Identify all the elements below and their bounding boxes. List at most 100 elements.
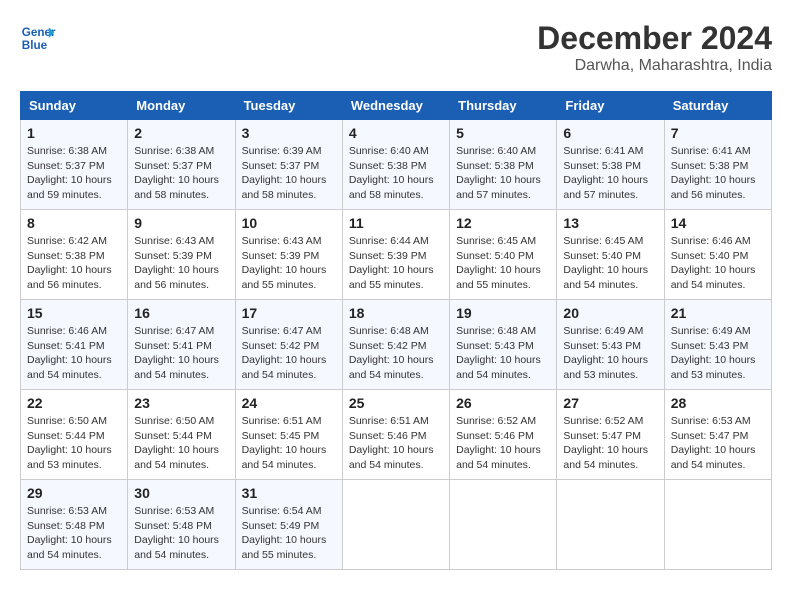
calendar-cell: 10 Sunrise: 6:43 AM Sunset: 5:39 PM Dayli… <box>235 210 342 300</box>
day-info: Sunrise: 6:38 AM Sunset: 5:37 PM Dayligh… <box>134 144 228 203</box>
calendar-cell: 16Sunrise: 6:47 AM Sunset: 5:41 PM Dayli… <box>128 300 235 390</box>
day-info: Sunrise: 6:53 AM Sunset: 5:47 PM Dayligh… <box>671 414 765 473</box>
calendar-cell: 17 Sunrise: 6:47 AM Sunset: 5:42 PM Dayli… <box>235 300 342 390</box>
day-info: Sunrise: 6:46 AM Sunset: 5:41 PM Dayligh… <box>27 324 121 383</box>
calendar-week-row: 15 Sunrise: 6:46 AM Sunset: 5:41 PM Dayli… <box>21 300 772 390</box>
day-number: 18 <box>349 305 443 321</box>
day-number: 30 <box>134 485 228 501</box>
svg-text:Blue: Blue <box>22 39 48 52</box>
day-info: Sunrise: 6:50 AM Sunset: 5:44 PM Dayligh… <box>27 414 121 473</box>
calendar-cell: 30 Sunrise: 6:53 AM Sunset: 5:48 PM Dayli… <box>128 480 235 570</box>
day-info: Sunrise: 6:51 AM Sunset: 5:45 PM Dayligh… <box>242 414 336 473</box>
day-number: 22 <box>27 395 121 411</box>
day-number: 12 <box>456 215 550 231</box>
calendar-cell: 4Sunrise: 6:40 AM Sunset: 5:38 PM Daylig… <box>342 120 449 210</box>
calendar-week-row: 8 Sunrise: 6:42 AM Sunset: 5:38 PM Daylig… <box>21 210 772 300</box>
day-number: 17 <box>242 305 336 321</box>
day-info: Sunrise: 6:46 AM Sunset: 5:40 PM Dayligh… <box>671 234 765 293</box>
day-info: Sunrise: 6:48 AM Sunset: 5:42 PM Dayligh… <box>349 324 443 383</box>
day-info: Sunrise: 6:42 AM Sunset: 5:38 PM Dayligh… <box>27 234 121 293</box>
day-info: Sunrise: 6:49 AM Sunset: 5:43 PM Dayligh… <box>563 324 657 383</box>
calendar-cell: 23Sunrise: 6:50 AM Sunset: 5:44 PM Dayli… <box>128 390 235 480</box>
calendar-cell: 13 Sunrise: 6:45 AM Sunset: 5:40 PM Dayli… <box>557 210 664 300</box>
page-header: General Blue December 2024 Darwha, Mahar… <box>20 20 772 75</box>
day-number: 29 <box>27 485 121 501</box>
calendar-day-header: Friday <box>557 92 664 120</box>
calendar-cell: 27 Sunrise: 6:52 AM Sunset: 5:47 PM Dayli… <box>557 390 664 480</box>
calendar-day-header: Monday <box>128 92 235 120</box>
day-number: 8 <box>27 215 121 231</box>
calendar-title: December 2024 <box>537 20 772 57</box>
calendar-cell: 31Sunrise: 6:54 AM Sunset: 5:49 PM Dayli… <box>235 480 342 570</box>
day-info: Sunrise: 6:41 AM Sunset: 5:38 PM Dayligh… <box>563 144 657 203</box>
day-info: Sunrise: 6:53 AM Sunset: 5:48 PM Dayligh… <box>27 504 121 563</box>
day-number: 2 <box>134 125 228 141</box>
calendar-cell: 22 Sunrise: 6:50 AM Sunset: 5:44 PM Dayli… <box>21 390 128 480</box>
calendar-cell: 15 Sunrise: 6:46 AM Sunset: 5:41 PM Dayli… <box>21 300 128 390</box>
day-number: 4 <box>349 125 443 141</box>
calendar-cell: 19 Sunrise: 6:48 AM Sunset: 5:43 PM Dayli… <box>450 300 557 390</box>
day-number: 20 <box>563 305 657 321</box>
calendar-week-row: 1 Sunrise: 6:38 AM Sunset: 5:37 PM Daylig… <box>21 120 772 210</box>
day-number: 28 <box>671 395 765 411</box>
calendar-table: SundayMondayTuesdayWednesdayThursdayFrid… <box>20 91 772 570</box>
calendar-cell: 14 Sunrise: 6:46 AM Sunset: 5:40 PM Dayli… <box>664 210 771 300</box>
day-info: Sunrise: 6:52 AM Sunset: 5:47 PM Dayligh… <box>563 414 657 473</box>
day-info: Sunrise: 6:54 AM Sunset: 5:49 PM Dayligh… <box>242 504 336 563</box>
calendar-cell: 18 Sunrise: 6:48 AM Sunset: 5:42 PM Dayli… <box>342 300 449 390</box>
day-number: 13 <box>563 215 657 231</box>
day-info: Sunrise: 6:47 AM Sunset: 5:42 PM Dayligh… <box>242 324 336 383</box>
logo-icon: General Blue <box>20 20 56 56</box>
day-number: 24 <box>242 395 336 411</box>
calendar-cell: 2 Sunrise: 6:38 AM Sunset: 5:37 PM Daylig… <box>128 120 235 210</box>
calendar-cell: 11Sunrise: 6:44 AM Sunset: 5:39 PM Dayli… <box>342 210 449 300</box>
day-info: Sunrise: 6:45 AM Sunset: 5:40 PM Dayligh… <box>563 234 657 293</box>
calendar-day-header: Saturday <box>664 92 771 120</box>
day-info: Sunrise: 6:43 AM Sunset: 5:39 PM Dayligh… <box>242 234 336 293</box>
logo: General Blue <box>20 20 56 56</box>
day-number: 15 <box>27 305 121 321</box>
day-number: 1 <box>27 125 121 141</box>
day-info: Sunrise: 6:52 AM Sunset: 5:46 PM Dayligh… <box>456 414 550 473</box>
calendar-day-header: Thursday <box>450 92 557 120</box>
day-number: 27 <box>563 395 657 411</box>
calendar-cell: 1 Sunrise: 6:38 AM Sunset: 5:37 PM Daylig… <box>21 120 128 210</box>
calendar-cell: 25Sunrise: 6:51 AM Sunset: 5:46 PM Dayli… <box>342 390 449 480</box>
day-info: Sunrise: 6:38 AM Sunset: 5:37 PM Dayligh… <box>27 144 121 203</box>
calendar-cell <box>557 480 664 570</box>
calendar-cell: 29 Sunrise: 6:53 AM Sunset: 5:48 PM Dayli… <box>21 480 128 570</box>
day-number: 5 <box>456 125 550 141</box>
day-number: 9 <box>134 215 228 231</box>
calendar-cell: 24 Sunrise: 6:51 AM Sunset: 5:45 PM Dayli… <box>235 390 342 480</box>
day-info: Sunrise: 6:53 AM Sunset: 5:48 PM Dayligh… <box>134 504 228 563</box>
day-number: 19 <box>456 305 550 321</box>
calendar-cell: 20 Sunrise: 6:49 AM Sunset: 5:43 PM Dayli… <box>557 300 664 390</box>
calendar-cell: 21Sunrise: 6:49 AM Sunset: 5:43 PM Dayli… <box>664 300 771 390</box>
day-info: Sunrise: 6:43 AM Sunset: 5:39 PM Dayligh… <box>134 234 228 293</box>
day-info: Sunrise: 6:48 AM Sunset: 5:43 PM Dayligh… <box>456 324 550 383</box>
title-block: December 2024 Darwha, Maharashtra, India <box>537 20 772 75</box>
calendar-cell <box>664 480 771 570</box>
calendar-cell: 12Sunrise: 6:45 AM Sunset: 5:40 PM Dayli… <box>450 210 557 300</box>
day-number: 3 <box>242 125 336 141</box>
day-number: 23 <box>134 395 228 411</box>
day-number: 7 <box>671 125 765 141</box>
day-number: 14 <box>671 215 765 231</box>
calendar-cell: 8 Sunrise: 6:42 AM Sunset: 5:38 PM Daylig… <box>21 210 128 300</box>
day-info: Sunrise: 6:49 AM Sunset: 5:43 PM Dayligh… <box>671 324 765 383</box>
day-number: 6 <box>563 125 657 141</box>
calendar-cell: 9 Sunrise: 6:43 AM Sunset: 5:39 PM Daylig… <box>128 210 235 300</box>
day-info: Sunrise: 6:40 AM Sunset: 5:38 PM Dayligh… <box>456 144 550 203</box>
calendar-cell: 7 Sunrise: 6:41 AM Sunset: 5:38 PM Daylig… <box>664 120 771 210</box>
calendar-day-header: Tuesday <box>235 92 342 120</box>
day-info: Sunrise: 6:47 AM Sunset: 5:41 PM Dayligh… <box>134 324 228 383</box>
day-number: 26 <box>456 395 550 411</box>
day-number: 25 <box>349 395 443 411</box>
calendar-cell: 6 Sunrise: 6:41 AM Sunset: 5:38 PM Daylig… <box>557 120 664 210</box>
calendar-subtitle: Darwha, Maharashtra, India <box>537 57 772 75</box>
calendar-cell <box>450 480 557 570</box>
day-info: Sunrise: 6:41 AM Sunset: 5:38 PM Dayligh… <box>671 144 765 203</box>
calendar-cell: 5 Sunrise: 6:40 AM Sunset: 5:38 PM Daylig… <box>450 120 557 210</box>
day-number: 10 <box>242 215 336 231</box>
day-number: 11 <box>349 215 443 231</box>
